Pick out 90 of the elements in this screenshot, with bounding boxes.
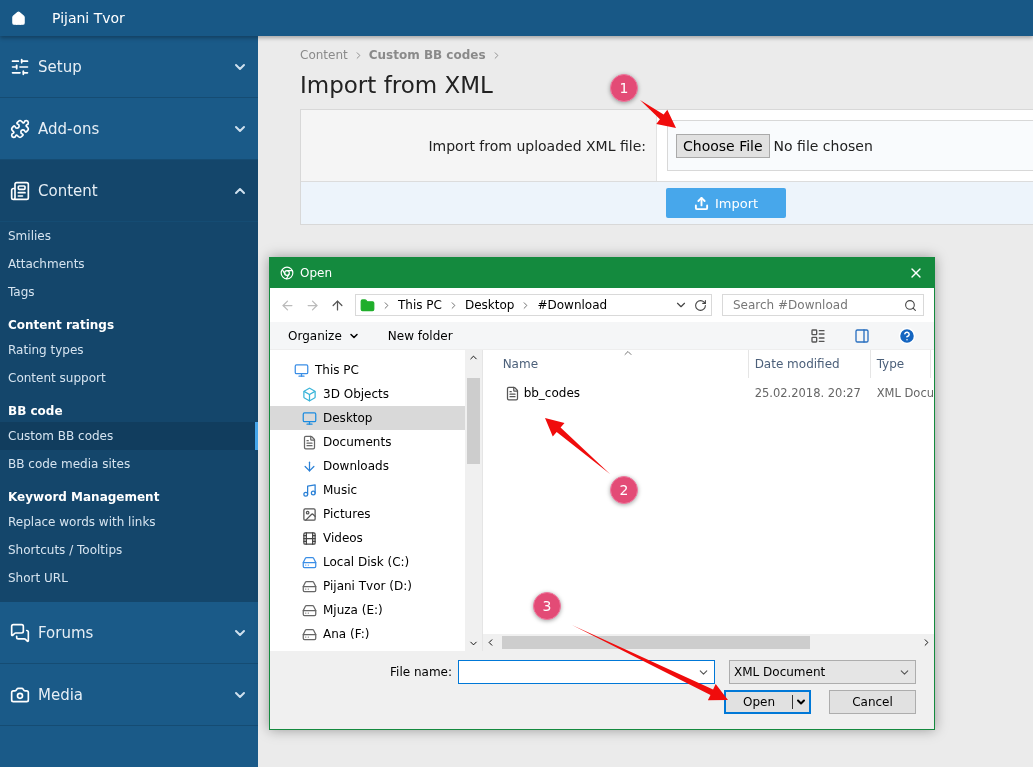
address-bar[interactable]: This PC Desktop #Download (355, 294, 712, 316)
file-date: 25.02.2018. 20:27 (753, 386, 862, 400)
section-label: Content (38, 181, 99, 200)
sidebar-item[interactable]: Content support (0, 364, 258, 392)
sliders-icon (10, 56, 30, 77)
nav-item[interactable]: Ana (F:) (270, 622, 465, 646)
sidebar-item[interactable]: Tags (0, 278, 258, 306)
sidebar-item[interactable]: Smilies (0, 222, 258, 250)
page-title: Import from XML (300, 72, 493, 98)
cancel-button[interactable]: Cancel (829, 690, 916, 714)
up-icon[interactable] (330, 297, 345, 313)
nav-item[interactable]: Desktop (270, 406, 465, 430)
view-options-icon[interactable] (810, 327, 826, 344)
nav-item[interactable]: Local Disk (C:) (270, 550, 465, 574)
column-header[interactable]: Date modified (748, 350, 871, 378)
nav-item[interactable]: Videos (270, 526, 465, 550)
nav-item[interactable]: Mjuza (E:) (270, 598, 465, 622)
sidebar-section[interactable]: Content (0, 160, 258, 222)
sidebar-item[interactable]: BB code media sites (0, 450, 258, 478)
scroll-thumb[interactable] (501, 636, 810, 649)
open-button[interactable]: Open (724, 690, 811, 714)
nav-item[interactable]: 3D Objects (270, 382, 465, 406)
path-segment[interactable]: Desktop (464, 298, 515, 312)
refresh-icon[interactable] (694, 298, 707, 312)
browser-icon (280, 266, 294, 280)
nav-item[interactable]: Music (270, 478, 465, 502)
help-icon[interactable] (898, 326, 916, 345)
scrollbar[interactable] (464, 350, 482, 651)
path-segment[interactable]: This PC (398, 298, 442, 312)
sidebar-item[interactable]: Short URL (0, 564, 258, 592)
sidebar-item[interactable]: Shortcuts / Tooltips (0, 536, 258, 564)
film-icon (302, 530, 317, 546)
chat-icon (10, 622, 30, 643)
scrollbar[interactable] (482, 634, 934, 651)
section-label: Setup (38, 57, 83, 76)
file-icon (504, 385, 520, 401)
section-label: Media (38, 685, 85, 704)
group-heading: Keyword Management (7, 489, 161, 506)
nav-item[interactable]: Downloads (270, 454, 465, 478)
drive-icon (302, 554, 317, 570)
choose-file-button[interactable]: Choose File (676, 133, 770, 158)
sidebar-item[interactable]: Custom BB codes (0, 422, 258, 450)
dialog-title: Open (300, 266, 334, 280)
image-icon (302, 506, 317, 522)
arrow (640, 100, 676, 128)
field-label: Import from uploaded XML file: (301, 110, 657, 181)
step-badge: 1 (610, 74, 638, 102)
drive-icon (302, 602, 317, 618)
drive-icon (302, 626, 317, 642)
nav-item[interactable]: Pictures (270, 502, 465, 526)
computer-icon (294, 362, 309, 378)
preview-pane-icon[interactable] (854, 327, 870, 344)
upload-icon (693, 195, 709, 211)
column-header[interactable]: Name (482, 350, 749, 378)
download-icon (302, 458, 317, 474)
section-label: Forums (38, 623, 95, 642)
file-type-select[interactable]: XML Document (729, 660, 916, 684)
file-name: bb_codes (482, 385, 749, 401)
nav-item[interactable]: This PC (270, 358, 465, 382)
file-input[interactable]: Choose File No file chosen (667, 120, 1033, 171)
group-heading: Content ratings (7, 317, 116, 334)
file-name-field[interactable] (458, 660, 715, 684)
site-title: Pijani Tvor (52, 10, 125, 26)
folder-icon (360, 297, 375, 313)
drive-icon (302, 578, 317, 594)
column-header[interactable]: Type (870, 350, 931, 378)
nav-item[interactable]: Documents (270, 430, 465, 454)
file-name-label: File name: (390, 665, 452, 679)
sidebar-item[interactable]: Replace words with links (0, 508, 258, 536)
monitor-icon (302, 410, 317, 426)
cube-icon (302, 386, 317, 402)
nav-item[interactable]: Pijani Tvor (D:) (270, 574, 465, 598)
path-segment[interactable]: #Download (537, 298, 608, 312)
sidebar-item[interactable]: Attachments (0, 250, 258, 278)
search-field[interactable]: Search #Download (722, 294, 924, 316)
search-icon (904, 298, 917, 312)
file-status: No file chosen (773, 137, 873, 154)
scroll-thumb[interactable] (466, 377, 480, 464)
puzzle-icon (10, 118, 30, 139)
file-row[interactable]: bb_codes 25.02.2018. 20:27 XML Docu (482, 378, 934, 408)
section-label: Add-ons (38, 119, 101, 138)
file-type: XML Docu (875, 386, 934, 400)
document-icon (302, 434, 317, 450)
newspaper-icon (10, 180, 30, 201)
home-icon[interactable] (11, 10, 26, 26)
sidebar-item[interactable]: Rating types (0, 336, 258, 364)
toolbar-button[interactable]: New folder (387, 328, 453, 343)
music-icon (302, 482, 317, 498)
toolbar-button[interactable]: Organize (288, 328, 360, 343)
group-heading: BB code (7, 403, 64, 420)
